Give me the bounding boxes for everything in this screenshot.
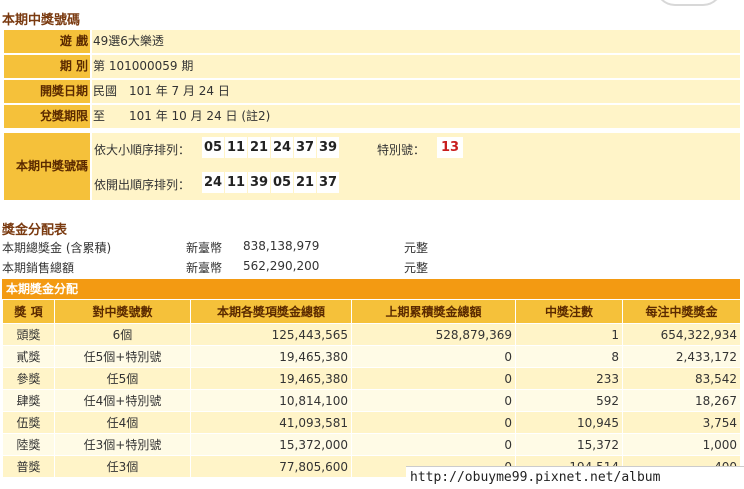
total-sales-line: 本期銷售總額 新臺幣 562,290,200 元整 (2, 259, 742, 275)
drawn-number-6: 37 (317, 172, 339, 193)
drawn-number-4: 05 (271, 172, 293, 193)
prize-name: 貳獎 (2, 345, 55, 368)
prize-name: 頭獎 (2, 323, 55, 346)
game-value: 49選6大樂透 (92, 30, 740, 53)
prize-current-total: 125,443,565 (190, 323, 352, 346)
prize-previous-accumulated: 0 (351, 367, 516, 390)
period-value: 第 101000059 期 (92, 55, 740, 78)
prize-match: 任3個 (54, 455, 191, 478)
col-previous-accumulated: 上期累積獎金總額 (351, 299, 516, 324)
prize-table: 獎 項 對中獎號數 本期各獎項獎金總額 上期累積獎金總額 中獎注數 每注中獎獎金… (2, 299, 741, 478)
prize-previous-accumulated: 0 (351, 411, 516, 434)
sorted-number-5: 37 (294, 137, 316, 158)
drawn-number-5: 21 (294, 172, 316, 193)
prize-name: 伍獎 (2, 411, 55, 434)
table-row: 陸獎 任3個+特別號 15,372,000 0 15,372 1,000 (2, 433, 741, 456)
total-prize-label: 本期總獎金 (含累積) (2, 241, 112, 255)
drawn-number-2: 11 (225, 172, 247, 193)
prize-winners: 233 (515, 367, 623, 390)
draw-date-row: 開獎日期 民國 101 年 7 月 24 日 (4, 80, 740, 103)
prize-match: 任5個+特別號 (54, 345, 191, 368)
prize-name: 普獎 (2, 455, 55, 478)
drawn-order-label: 依開出順序排列： (94, 178, 191, 192)
sorted-number-3: 21 (248, 137, 270, 158)
total-sales-label: 本期銷售總額 (2, 261, 75, 275)
prize-winners: 592 (515, 389, 623, 412)
col-prize-per-ticket: 每注中獎獎金 (622, 299, 741, 324)
sorted-number-1: 05 (202, 137, 224, 158)
sorted-number-4: 24 (271, 137, 293, 158)
prize-name: 肆獎 (2, 389, 55, 412)
total-prize-value: 838,138,979 (243, 239, 320, 253)
prize-per-ticket: 1,000 (622, 433, 741, 456)
prize-match: 任4個 (54, 411, 191, 434)
table-row: 參獎 任5個 19,465,380 0 233 83,542 (2, 367, 741, 390)
game-label: 遊 戲 (4, 30, 90, 53)
special-number: 13 (437, 137, 463, 158)
prize-previous-accumulated: 528,879,369 (351, 323, 516, 346)
prize-current-total: 77,805,600 (190, 455, 352, 478)
winning-numbers-label: 本期中獎號碼 (4, 133, 90, 200)
sorted-order-label: 依大小順序排列： (94, 143, 191, 157)
special-number-label: 特別號： (377, 143, 426, 157)
total-prize-line: 本期總獎金 (含累積) 新臺幣 838,138,979 元整 (2, 239, 742, 255)
drawn-number-3: 39 (248, 172, 270, 193)
col-current-total: 本期各獎項獎金總額 (190, 299, 352, 324)
period-label: 期 別 (4, 55, 90, 78)
table-row: 貳獎 任5個+特別號 19,465,380 0 8 2,433,172 (2, 345, 741, 368)
prize-current-total: 19,465,380 (190, 345, 352, 368)
prize-previous-accumulated: 0 (351, 389, 516, 412)
total-prize-unit: 元整 (404, 241, 429, 255)
total-sales-unit: 元整 (404, 261, 429, 275)
prize-current-total: 41,093,581 (190, 411, 352, 434)
prize-match: 任5個 (54, 367, 191, 390)
prize-match: 6個 (54, 323, 191, 346)
col-winners: 中獎注數 (515, 299, 623, 324)
prize-current-total: 15,372,000 (190, 433, 352, 456)
col-match: 對中獎號數 (54, 299, 191, 324)
prize-current-total: 10,814,100 (190, 389, 352, 412)
prize-match: 任3個+特別號 (54, 433, 191, 456)
period-row: 期 別 第 101000059 期 (4, 55, 740, 78)
prize-per-ticket: 3,754 (622, 411, 741, 434)
claim-value: 至 101 年 10 月 24 日 (註2) (92, 105, 740, 128)
prize-winners: 1 (515, 323, 623, 346)
sorted-number-6: 39 (317, 137, 339, 158)
prize-per-ticket: 18,267 (622, 389, 741, 412)
draw-date-label: 開獎日期 (4, 80, 90, 103)
table-row: 肆獎 任4個+特別號 10,814,100 0 592 18,267 (2, 389, 741, 412)
prize-current-total: 19,465,380 (190, 367, 352, 390)
prize-winners: 15,372 (515, 433, 623, 456)
claim-row: 兌獎期限 至 101 年 10 月 24 日 (註2) (4, 105, 740, 128)
total-sales-value: 562,290,200 (243, 259, 320, 273)
top-decoration (655, 0, 723, 6)
prize-winners: 8 (515, 345, 623, 368)
distribution-title: 獎金分配表 (2, 223, 68, 238)
prize-previous-accumulated: 0 (351, 433, 516, 456)
drawn-number-1: 24 (202, 172, 224, 193)
col-prize: 獎 項 (2, 299, 55, 324)
prize-distribution-banner: 本期獎金分配 (2, 279, 740, 299)
total-prize-currency: 新臺幣 (186, 241, 223, 255)
total-sales-currency: 新臺幣 (186, 261, 223, 275)
prize-name: 陸獎 (2, 433, 55, 456)
table-row: 伍獎 任4個 41,093,581 0 10,945 3,754 (2, 411, 741, 434)
prize-match: 任4個+特別號 (54, 389, 191, 412)
prize-name: 參獎 (2, 367, 55, 390)
game-row: 遊 戲 49選6大樂透 (4, 30, 740, 53)
prize-per-ticket: 2,433,172 (622, 345, 741, 368)
prize-per-ticket: 83,542 (622, 367, 741, 390)
prize-previous-accumulated: 0 (351, 345, 516, 368)
table-row: 頭獎 6個 125,443,565 528,879,369 1 654,322,… (2, 323, 741, 346)
sorted-number-2: 11 (225, 137, 247, 158)
prize-table-header: 獎 項 對中獎號數 本期各獎項獎金總額 上期累積獎金總額 中獎注數 每注中獎獎金 (2, 299, 741, 324)
winning-numbers-panel: 依大小順序排列： 05 11 21 24 37 39 特別號： 13 依開出順序… (92, 133, 740, 200)
prize-winners: 10,945 (515, 411, 623, 434)
draw-date-value: 民國 101 年 7 月 24 日 (92, 80, 740, 103)
album-url-watermark: http://obuyme99.pixnet.net/album (406, 466, 744, 488)
page-title: 本期中獎號碼 (2, 13, 81, 28)
prize-per-ticket: 654,322,934 (622, 323, 741, 346)
claim-label: 兌獎期限 (4, 105, 90, 128)
